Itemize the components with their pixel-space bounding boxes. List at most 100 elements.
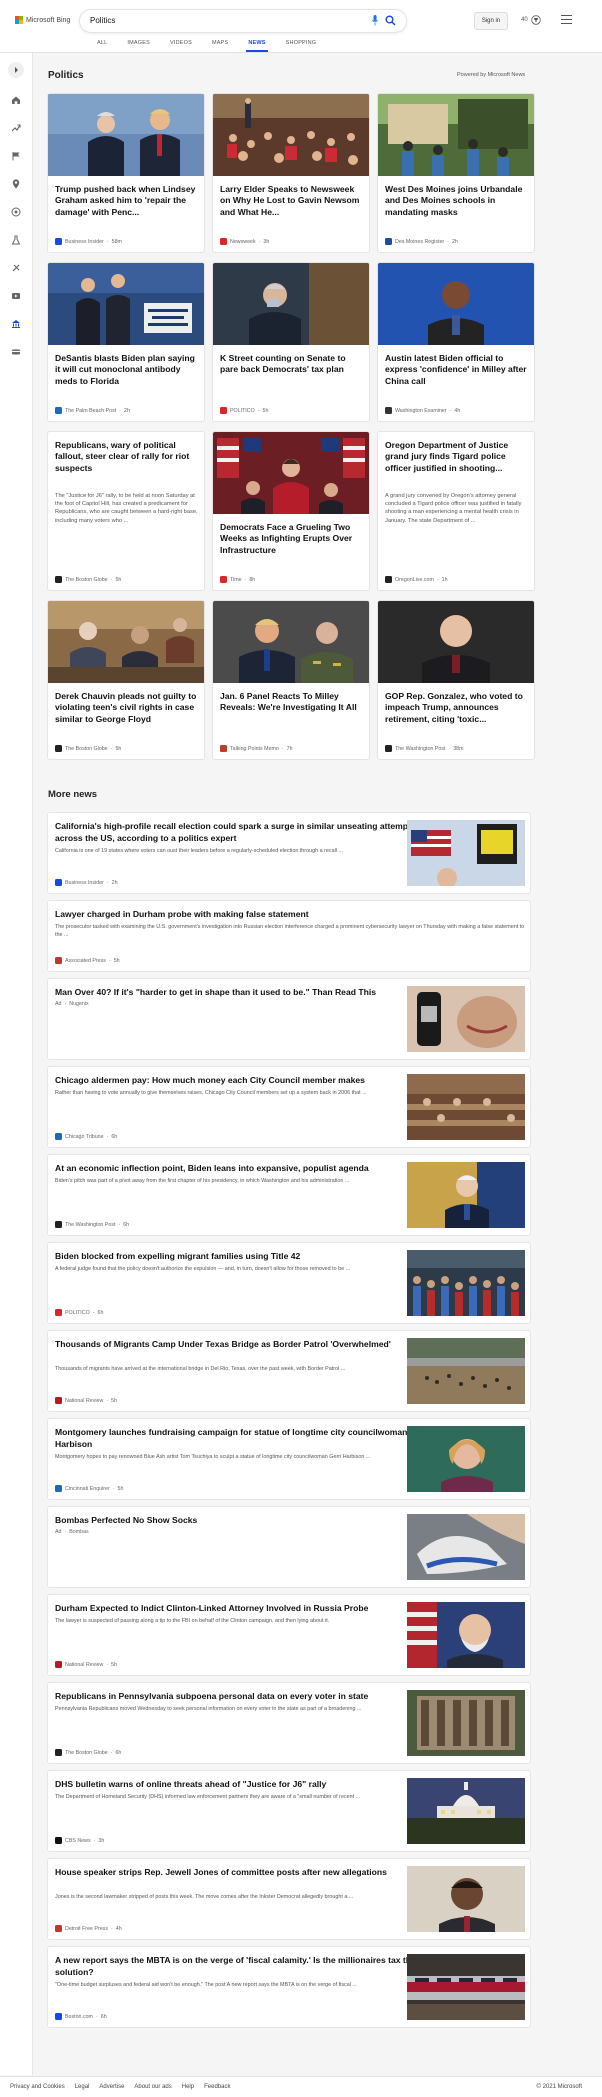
search-box[interactable]: Politics — [80, 10, 406, 32]
home-icon[interactable] — [11, 95, 21, 105]
article-title[interactable]: House speaker strips Rep. Jewell Jones o… — [55, 1867, 443, 1879]
news-list-item[interactable]: House speaker strips Rep. Jewell Jones o… — [47, 1858, 531, 1940]
card-headline[interactable]: Derek Chauvin pleads not guilty to viola… — [55, 691, 198, 725]
card-source: Newsweek · 3h — [220, 238, 269, 245]
footer-link-feedback[interactable]: Feedback — [204, 2084, 230, 2090]
source-logo-icon — [55, 2013, 62, 2020]
time-separator: · — [110, 1749, 113, 1756]
source-logo-icon — [385, 407, 392, 414]
card-headline[interactable]: GOP Rep. Gonzalez, who voted to impeach … — [385, 691, 528, 725]
sports-icon[interactable] — [11, 263, 21, 273]
news-card[interactable]: Oregon Department of Justice grand jury … — [377, 431, 535, 591]
article-title[interactable]: California's high-profile recall electio… — [55, 821, 443, 844]
world-globe-icon[interactable] — [11, 207, 21, 217]
news-list-item[interactable]: Durham Expected to Indict Clinton-Linked… — [47, 1594, 531, 1676]
published-time: 7h — [286, 745, 293, 752]
card-headline[interactable]: Jan. 6 Panel Reacts To Milley Reveals: W… — [220, 691, 363, 714]
card-headline[interactable]: DeSantis blasts Biden plan saying it wil… — [55, 353, 198, 387]
footer-link-help[interactable]: Help — [182, 2084, 194, 2090]
news-card[interactable]: Larry Elder Speaks to Newsweek on Why He… — [212, 93, 370, 253]
news-list-item[interactable]: Lawyer charged in Durham probe with maki… — [47, 900, 531, 972]
news-list-item[interactable]: Thousands of Migrants Camp Under Texas B… — [47, 1330, 531, 1412]
article-title[interactable]: Lawyer charged in Durham probe with maki… — [55, 909, 525, 921]
rewards-button[interactable]: 40 — [521, 15, 541, 25]
microphone-icon[interactable] — [372, 15, 378, 26]
article-title[interactable]: Durham Expected to Indict Clinton-Linked… — [55, 1603, 443, 1615]
tab-all[interactable]: ALL — [87, 40, 117, 52]
news-card[interactable]: Republicans, wary of political fallout, … — [47, 431, 205, 591]
settings-menu-icon[interactable] — [561, 15, 572, 24]
news-card[interactable]: GOP Rep. Gonzalez, who voted to impeach … — [377, 600, 535, 760]
article-thumbnail — [407, 986, 525, 1052]
money-icon[interactable] — [11, 347, 21, 357]
article-title[interactable]: Thousands of Migrants Camp Under Texas B… — [55, 1339, 443, 1351]
news-card[interactable]: Democrats Face a Grueling Two Weeks as I… — [212, 431, 370, 591]
card-headline[interactable]: Republicans, wary of political fallout, … — [55, 440, 198, 474]
news-list-item[interactable]: At an economic inflection point, Biden l… — [47, 1154, 531, 1236]
card-headline[interactable]: Larry Elder Speaks to Newsweek on Why He… — [220, 184, 363, 218]
news-card[interactable]: Austin latest Biden official to express … — [377, 262, 535, 422]
search-icon[interactable] — [385, 15, 396, 26]
tab-shopping[interactable]: SHOPPING — [276, 40, 327, 52]
article-title[interactable]: A new report says the MBTA is on the ver… — [55, 1955, 443, 1978]
news-list-item[interactable]: Man Over 40? If it's "harder to get in s… — [47, 978, 531, 1060]
news-card[interactable]: Trump pushed back when Lindsey Graham as… — [47, 93, 205, 253]
news-list-item[interactable]: DHS bulletin warns of online threats ahe… — [47, 1770, 531, 1852]
tab-maps[interactable]: MAPS — [202, 40, 238, 52]
news-card[interactable]: Jan. 6 Panel Reacts To Milley Reveals: W… — [212, 600, 370, 760]
article-title[interactable]: DHS bulletin warns of online threats ahe… — [55, 1779, 443, 1791]
source-name: The Boston Globe — [65, 745, 108, 752]
trending-icon[interactable] — [11, 123, 21, 133]
news-list-item[interactable]: Bombas Perfected No Show Socks Ad · Bombas — [47, 1506, 531, 1588]
source-name: The Palm Beach Post — [65, 407, 117, 414]
card-headline[interactable]: West Des Moines joins Urbandale and Des … — [385, 184, 528, 218]
article-title[interactable]: Chicago aldermen pay: How much money eac… — [55, 1075, 443, 1087]
sign-in-button[interactable]: Sign in — [474, 12, 508, 30]
card-headline[interactable]: Oregon Department of Justice grand jury … — [385, 440, 528, 474]
expand-rail-button[interactable] — [8, 62, 24, 78]
source-logo-icon — [55, 745, 62, 752]
news-card[interactable]: West Des Moines joins Urbandale and Des … — [377, 93, 535, 253]
footer-link-advertise[interactable]: Advertise — [99, 2084, 124, 2090]
search-input[interactable]: Politics — [90, 16, 115, 25]
us-news-flag-icon[interactable] — [11, 151, 21, 161]
source-logo-icon — [55, 1749, 62, 1756]
tab-images[interactable]: IMAGES — [117, 40, 160, 52]
science-icon[interactable] — [11, 235, 21, 245]
footer-link-privacy[interactable]: Privacy and Cookies — [10, 2084, 65, 2090]
news-list-item[interactable]: Biden blocked from expelling migrant fam… — [47, 1242, 531, 1324]
news-list-item[interactable]: A new report says the MBTA is on the ver… — [47, 1946, 531, 2028]
article-thumbnail — [407, 1778, 525, 1844]
footer-link-legal[interactable]: Legal — [75, 2084, 90, 2090]
news-list-item[interactable]: Republicans in Pennsylvania subpoena per… — [47, 1682, 531, 1764]
news-list-item[interactable]: Montgomery launches fundraising campaign… — [47, 1418, 531, 1500]
source-name: OregonLive.com — [395, 576, 434, 583]
local-pin-icon[interactable] — [11, 179, 21, 189]
news-list-item[interactable]: California's high-profile recall electio… — [47, 812, 531, 894]
footer-link-about-ads[interactable]: About our ads — [134, 2084, 171, 2090]
article-title[interactable]: Man Over 40? If it's "harder to get in s… — [55, 987, 443, 999]
entertainment-icon[interactable] — [11, 291, 21, 301]
news-list-item[interactable]: Chicago aldermen pay: How much money eac… — [47, 1066, 531, 1148]
article-title[interactable]: At an economic inflection point, Biden l… — [55, 1163, 443, 1175]
article-title[interactable]: Bombas Perfected No Show Socks — [55, 1515, 443, 1527]
article-title[interactable]: Biden blocked from expelling migrant fam… — [55, 1251, 443, 1263]
article-title[interactable]: Montgomery launches fundraising campaign… — [55, 1427, 443, 1450]
card-headline[interactable]: Trump pushed back when Lindsey Graham as… — [55, 184, 198, 218]
card-headline[interactable]: Austin latest Biden official to express … — [385, 353, 528, 387]
card-headline[interactable]: K Street counting on Senate to pare back… — [220, 353, 363, 376]
article-source: Chicago Tribune · 6h — [55, 1133, 117, 1140]
tab-news[interactable]: NEWS — [238, 40, 275, 52]
card-headline[interactable]: Democrats Face a Grueling Two Weeks as I… — [220, 522, 363, 556]
tab-videos[interactable]: VIDEOS — [160, 40, 202, 52]
politics-capitol-icon[interactable] — [11, 319, 21, 329]
news-card[interactable]: K Street counting on Senate to pare back… — [212, 262, 370, 422]
news-card[interactable]: DeSantis blasts Biden plan saying it wil… — [47, 262, 205, 422]
time-separator: · — [257, 407, 260, 414]
source-name: Cincinnati Enquirer — [65, 1485, 110, 1492]
bing-logo[interactable]: Microsoft Bing — [15, 16, 70, 24]
news-card[interactable]: Derek Chauvin pleads not guilty to viola… — [47, 600, 205, 760]
source-name: National Review — [65, 1661, 104, 1668]
article-title[interactable]: Republicans in Pennsylvania subpoena per… — [55, 1691, 443, 1703]
time-separator: · — [108, 957, 111, 964]
